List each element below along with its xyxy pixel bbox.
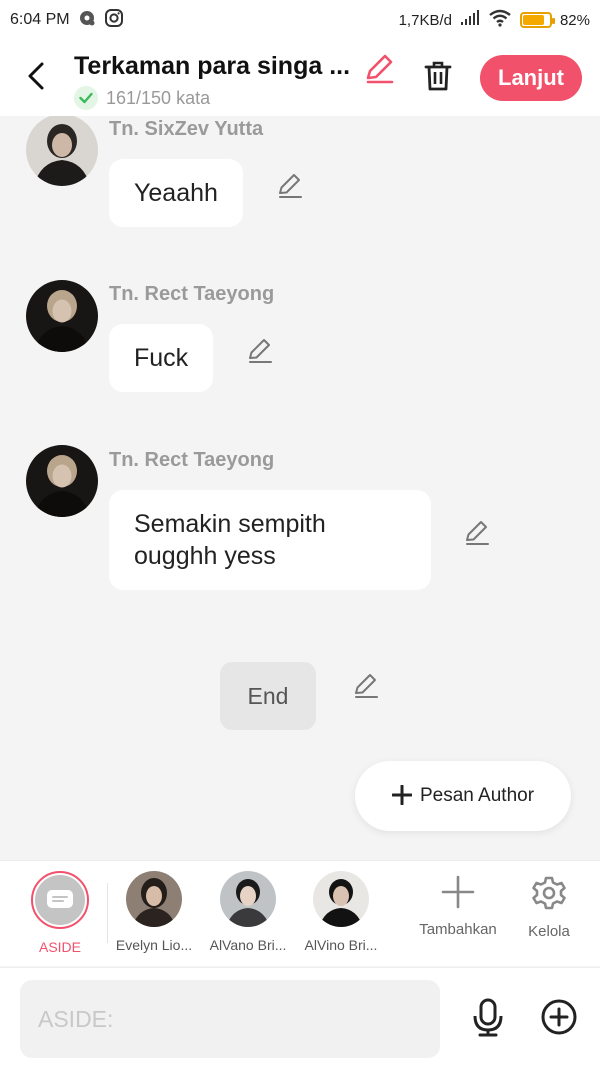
add-label: Tambahkan <box>419 921 497 938</box>
divider <box>107 883 108 943</box>
edit-message-button[interactable] <box>276 172 304 200</box>
edit-end-button[interactable] <box>352 672 380 700</box>
music-icon <box>78 9 96 32</box>
chat-area[interactable]: Tn. SixZev Yutta Yeaahh Tn. Rect Taeyong… <box>0 116 600 860</box>
sender-name: Tn. Rect Taeyong <box>109 449 275 471</box>
network-speed: 1,7KB/d <box>398 11 452 29</box>
character-alvano[interactable]: AlVano Bri... <box>203 871 293 953</box>
avatar[interactable] <box>26 116 98 186</box>
message-input[interactable] <box>20 980 440 1058</box>
sender-name: Tn. SixZev Yutta <box>109 118 264 140</box>
word-count-label: 161/150 kata <box>106 87 211 108</box>
wifi-icon <box>488 9 512 31</box>
plus-circle-icon <box>541 999 577 1035</box>
status-bar: 6:04 PM 1,7KB/d 82% <box>0 0 600 40</box>
battery-icon <box>519 12 555 28</box>
pencil-icon <box>366 54 394 84</box>
check-icon <box>74 86 98 110</box>
avatar <box>220 871 276 927</box>
character-name: ASIDE <box>38 939 81 955</box>
edit-title-button[interactable] <box>362 52 396 86</box>
pencil-icon <box>249 339 272 363</box>
message-bubble[interactable]: Fuck <box>109 324 214 392</box>
selected-ring <box>31 871 89 929</box>
avatar[interactable] <box>26 280 98 352</box>
avatar <box>313 871 369 927</box>
character-bar: ASIDE Evelyn Lio... AlVano Bri... AlVino… <box>0 860 600 966</box>
character-aside[interactable]: ASIDE <box>15 871 105 955</box>
chat-bubble-icon <box>47 890 73 908</box>
author-message-label: Pesan Author <box>419 785 535 806</box>
back-button[interactable] <box>18 58 54 94</box>
story-title[interactable]: Terkaman para singa ... <box>74 52 350 81</box>
manage-characters-button[interactable]: Kelola <box>501 875 597 940</box>
add-media-button[interactable] <box>540 998 578 1036</box>
end-marker[interactable]: End <box>220 662 316 730</box>
delete-button[interactable] <box>420 58 456 94</box>
plus-icon <box>441 875 475 909</box>
sender-name: Tn. Rect Taeyong <box>109 283 275 305</box>
character-name: AlVano Bri... <box>209 937 287 953</box>
character-name: Evelyn Lio... <box>115 937 193 953</box>
add-character-button[interactable]: Tambahkan <box>410 875 506 938</box>
chevron-left-icon <box>28 62 44 90</box>
signal-icon <box>460 10 480 30</box>
character-name: AlVino Bri... <box>304 937 378 953</box>
message-bubble[interactable]: Yeaahh <box>109 159 243 227</box>
pencil-icon <box>355 674 378 698</box>
pencil-icon <box>279 174 302 198</box>
next-button[interactable]: Lanjut <box>480 55 582 101</box>
author-message-button[interactable]: Pesan Author <box>355 761 571 831</box>
avatar[interactable] <box>26 445 98 517</box>
voice-button[interactable] <box>470 998 506 1038</box>
word-count: 161/150 kata <box>74 86 210 110</box>
battery-percent: 82% <box>559 11 590 29</box>
trash-icon <box>424 61 452 91</box>
edit-message-button[interactable] <box>463 519 491 547</box>
status-time: 6:04 PM <box>10 11 70 28</box>
edit-message-button[interactable] <box>246 337 274 365</box>
avatar <box>126 871 182 927</box>
editor-header: Terkaman para singa ... 161/150 kata Lan… <box>0 40 600 116</box>
microphone-icon <box>473 998 503 1037</box>
aside-avatar <box>35 875 85 925</box>
gear-icon <box>532 876 566 910</box>
pencil-icon <box>466 521 489 545</box>
character-alvino[interactable]: AlVino Bri... <box>296 871 386 953</box>
message-bubble[interactable]: Semakin sempith ougghh yess <box>109 490 431 590</box>
composer-bar <box>0 967 600 1067</box>
character-evelyn[interactable]: Evelyn Lio... <box>109 871 199 953</box>
manage-label: Kelola <box>528 923 570 940</box>
instagram-icon <box>104 8 124 33</box>
plus-icon <box>391 781 413 811</box>
